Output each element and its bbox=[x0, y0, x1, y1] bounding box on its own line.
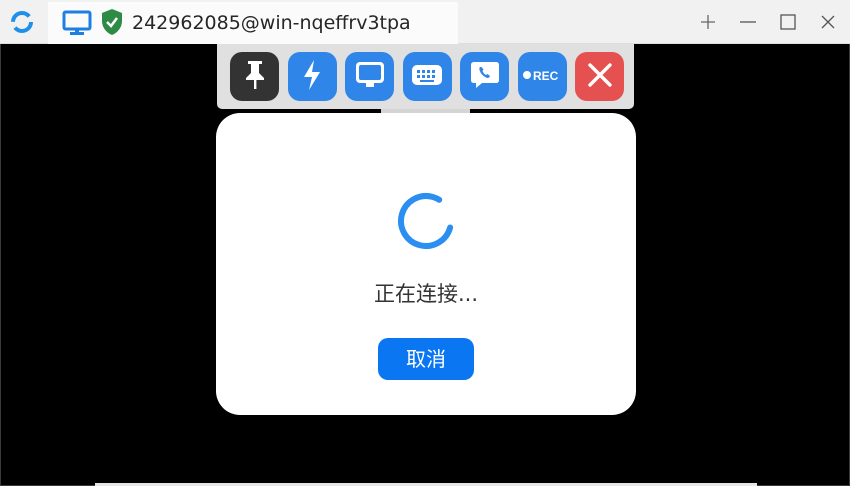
remote-toolbar: REC bbox=[217, 44, 634, 109]
new-tab-button[interactable] bbox=[688, 0, 728, 44]
connection-status-text: 正在连接... bbox=[373, 282, 479, 306]
disconnect-button[interactable] bbox=[575, 52, 624, 101]
record-label: REC bbox=[533, 69, 559, 83]
cancel-button[interactable]: 取消 bbox=[378, 338, 474, 380]
app-logo-icon bbox=[6, 6, 38, 38]
chat-phone-icon bbox=[468, 59, 502, 95]
tab-title: 242962085@win-nqeffrv3tpa bbox=[132, 12, 411, 34]
close-window-button[interactable] bbox=[808, 0, 848, 44]
keyboard-button[interactable] bbox=[402, 52, 452, 101]
session-tab[interactable]: 242962085@win-nqeffrv3tpa bbox=[48, 2, 458, 44]
minimize-button[interactable] bbox=[728, 0, 768, 44]
record-button[interactable]: REC bbox=[517, 52, 567, 101]
pin-toolbar-button[interactable] bbox=[230, 52, 279, 101]
display-button[interactable] bbox=[345, 52, 394, 101]
loading-spinner-icon bbox=[398, 193, 454, 249]
chat-button[interactable] bbox=[460, 52, 509, 101]
connecting-dialog: 正在连接... 取消 bbox=[216, 113, 636, 415]
shield-check-icon bbox=[100, 8, 124, 36]
keyboard-icon bbox=[410, 61, 444, 93]
close-icon bbox=[587, 62, 613, 92]
monitor-icon bbox=[353, 59, 387, 95]
pin-icon bbox=[242, 59, 268, 95]
record-icon: REC bbox=[522, 65, 562, 89]
monitor-icon bbox=[62, 10, 92, 36]
lightning-icon bbox=[301, 59, 323, 95]
maximize-button[interactable] bbox=[768, 0, 808, 44]
actions-button[interactable] bbox=[287, 52, 337, 101]
title-bar: 242962085@win-nqeffrv3tpa bbox=[0, 0, 850, 44]
